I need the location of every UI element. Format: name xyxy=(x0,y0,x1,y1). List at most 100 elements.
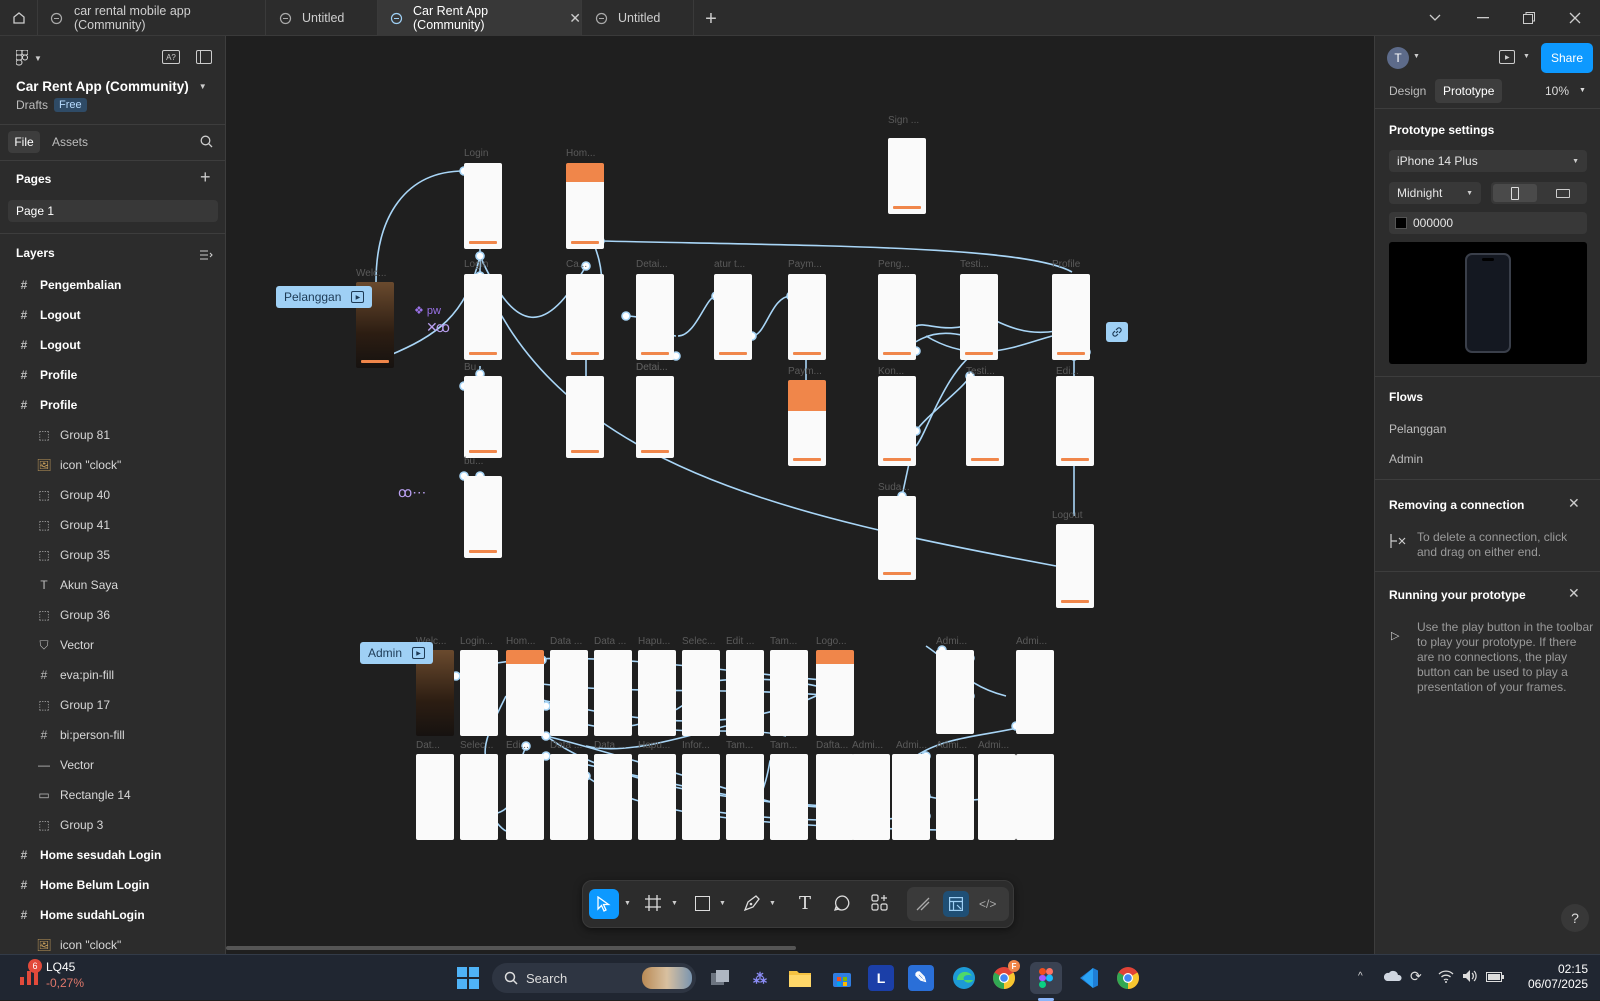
page-item-page-1[interactable]: Page 1 xyxy=(8,200,218,222)
admin-frame-name-label[interactable]: Infor... xyxy=(682,740,710,751)
admin-frame-name-label[interactable]: Data ... xyxy=(594,740,626,751)
screen-frame[interactable] xyxy=(636,274,674,360)
play-flow-icon[interactable]: ▶ xyxy=(351,291,365,303)
collapse-layers-icon[interactable] xyxy=(200,247,213,265)
frame-name-label[interactable]: Suda... xyxy=(878,482,910,493)
device-select[interactable]: iPhone 14 Plus ▼ xyxy=(1389,150,1587,172)
layer-item[interactable]: ⬚ Group 17 xyxy=(0,690,225,720)
admin-screen-frame[interactable] xyxy=(594,754,632,840)
search-icon[interactable] xyxy=(200,135,213,153)
color-swatch[interactable] xyxy=(1395,217,1407,229)
admin-screen-frame[interactable] xyxy=(638,754,676,840)
model-select[interactable]: Midnight ▼ xyxy=(1389,182,1481,204)
frame-name-label[interactable]: Detai... xyxy=(636,259,668,270)
landscape-icon[interactable] xyxy=(1541,184,1585,202)
share-button[interactable]: Share xyxy=(1541,43,1593,73)
volume-icon[interactable] xyxy=(1462,969,1478,988)
admin-screen-frame[interactable] xyxy=(816,754,854,840)
minimize-icon[interactable] xyxy=(1460,0,1506,36)
connection-handle[interactable] xyxy=(621,311,631,321)
admin-frame-name-label[interactable]: Dafta... xyxy=(816,740,848,751)
layer-item[interactable]: # bi:person-fill xyxy=(0,720,225,750)
taskbar-search[interactable]: Search xyxy=(492,963,696,993)
admin-frame-name-label[interactable]: Hapu... xyxy=(638,740,670,751)
admin-screen-frame[interactable] xyxy=(506,754,544,840)
admin-frame-name-label[interactable]: Data ... xyxy=(550,636,582,647)
actions-tool-icon[interactable] xyxy=(871,894,889,917)
admin-screen-frame[interactable] xyxy=(726,650,764,736)
component-pw-label[interactable]: ❖ pw xyxy=(414,304,441,317)
design-mode-icon[interactable] xyxy=(943,891,969,917)
admin-frame-name-label[interactable]: Admi... xyxy=(978,740,1009,751)
restore-icon[interactable] xyxy=(1506,0,1552,36)
admin-frame-name-label[interactable]: Admi... xyxy=(896,740,927,751)
frame-name-label[interactable]: Detai... xyxy=(636,362,668,373)
file-title-button[interactable]: Car Rent App (Community) ▼ xyxy=(16,79,207,94)
frame-name-label[interactable]: Testi... xyxy=(966,366,995,377)
horizontal-scrollbar[interactable] xyxy=(226,946,796,950)
avatar[interactable]: T xyxy=(1387,47,1409,69)
screen-frame[interactable] xyxy=(464,476,502,558)
admin-screen-frame[interactable] xyxy=(506,650,544,736)
layer-item[interactable]: # Profile xyxy=(0,390,225,420)
chrome-icon-2[interactable] xyxy=(1112,962,1144,994)
tab-untitled-2[interactable]: Untitled xyxy=(582,0,694,36)
layer-item[interactable]: ⬚ Group 41 xyxy=(0,510,225,540)
connection-line[interactable] xyxy=(375,170,465,283)
admin-frame-name-label[interactable]: Edi... xyxy=(506,740,529,751)
frame-name-label[interactable]: Welc... xyxy=(356,268,386,279)
background-color-field[interactable]: 000000 xyxy=(1389,212,1587,234)
admin-frame-name-label[interactable]: Selec... xyxy=(460,740,493,751)
zoom-control[interactable]: 10% ▼ xyxy=(1545,84,1586,98)
admin-screen-frame[interactable] xyxy=(460,650,498,736)
layer-item[interactable]: ⬚ Group 81 xyxy=(0,420,225,450)
screen-frame[interactable] xyxy=(566,163,604,249)
admin-frame-name-label[interactable]: Hapu... xyxy=(638,636,670,647)
screen-frame[interactable] xyxy=(636,376,674,458)
start-button[interactable] xyxy=(452,962,484,994)
screen-frame[interactable] xyxy=(1056,524,1094,608)
onedrive-icon[interactable] xyxy=(1383,969,1402,988)
launcher-l-icon[interactable]: L xyxy=(868,965,894,991)
tab-assets[interactable]: Assets xyxy=(52,135,88,149)
flow-start-pelanggan[interactable]: Pelanggan ▶ xyxy=(276,286,373,308)
link-icon[interactable] xyxy=(1106,322,1128,342)
clock[interactable]: 02:15 06/07/2025 xyxy=(1516,962,1588,992)
admin-screen-frame[interactable] xyxy=(460,754,498,840)
text-tool-icon[interactable]: T xyxy=(799,893,811,914)
rectangle-tool-icon[interactable] xyxy=(695,896,710,911)
admin-frame-name-label[interactable]: Dat... xyxy=(416,740,440,751)
screen-frame[interactable] xyxy=(464,274,502,360)
admin-screen-frame[interactable] xyxy=(816,650,854,736)
comment-tool-icon[interactable] xyxy=(833,894,851,917)
layer-item[interactable]: # Logout xyxy=(0,300,225,330)
layer-item[interactable]: # Logout xyxy=(0,330,225,360)
layer-item[interactable]: ⬚ Group 40 xyxy=(0,480,225,510)
screen-frame[interactable] xyxy=(1056,376,1094,466)
admin-frame-name-label[interactable]: Admi... xyxy=(852,740,883,751)
tab-car-rental[interactable]: car rental mobile app (Community) xyxy=(38,0,266,36)
tab-prototype[interactable]: Prototype xyxy=(1435,79,1503,103)
admin-frame-name-label[interactable]: Admi... xyxy=(1016,636,1047,647)
figma-taskbar-icon[interactable] xyxy=(1030,962,1062,994)
frame-name-label[interactable]: atur t... xyxy=(714,259,745,270)
design-canvas[interactable]: Login Hom... Sign ... Welc... Login Ca... Deta… xyxy=(226,36,1374,954)
layer-item[interactable]: ⬚ Group 35 xyxy=(0,540,225,570)
frame-name-label[interactable]: Profile xyxy=(1052,259,1080,270)
move-tool-button[interactable] xyxy=(589,889,619,919)
admin-screen-frame[interactable] xyxy=(852,754,890,840)
chrome-icon[interactable]: F xyxy=(988,960,1020,994)
chevron-down-icon[interactable]: ▼ xyxy=(624,900,631,907)
task-view-icon[interactable] xyxy=(704,962,736,994)
connection-line[interactable] xyxy=(599,240,1073,273)
screen-frame[interactable] xyxy=(464,376,502,458)
wifi-icon[interactable] xyxy=(1438,969,1454,988)
frame-name-label[interactable]: Edi... xyxy=(1056,366,1079,377)
pen-tool-icon[interactable] xyxy=(743,894,761,917)
layer-item[interactable]: # Profile xyxy=(0,360,225,390)
admin-screen-frame[interactable] xyxy=(638,650,676,736)
frame-name-label[interactable]: bu... xyxy=(464,456,483,467)
screen-frame[interactable] xyxy=(878,274,916,360)
chevron-down-icon[interactable]: ▼ xyxy=(1523,53,1530,60)
sync-icon[interactable]: ⟳ xyxy=(1410,968,1422,985)
